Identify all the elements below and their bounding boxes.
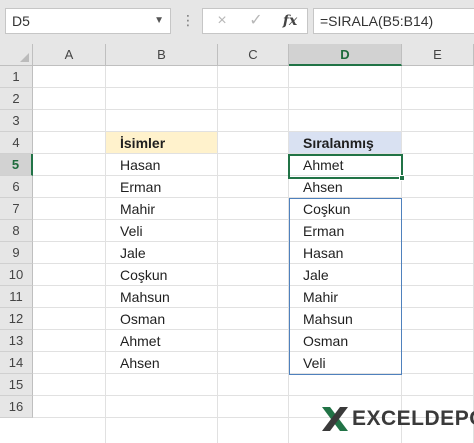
fill-handle[interactable]	[399, 175, 405, 181]
row-header-5[interactable]: 5	[0, 154, 33, 176]
gridline-horizontal	[33, 285, 474, 286]
cell-b9[interactable]: Jale	[106, 242, 217, 263]
check-icon[interactable]: ✓	[239, 9, 273, 33]
cell-b4-header[interactable]: İsimler	[106, 132, 217, 153]
gridline-horizontal	[33, 87, 474, 88]
row-header-10[interactable]: 10	[0, 264, 33, 286]
gridline-horizontal	[33, 197, 474, 198]
row-header-3[interactable]: 3	[0, 110, 33, 132]
gridline-horizontal	[33, 395, 474, 396]
gridline-horizontal	[33, 241, 474, 242]
select-all-triangle-icon	[20, 53, 29, 62]
cell-b10[interactable]: Coşkun	[106, 264, 217, 285]
row-header-11[interactable]: 11	[0, 286, 33, 308]
cell-b12[interactable]: Osman	[106, 308, 217, 329]
insert-function-button[interactable]: fx	[273, 9, 307, 33]
column-header-a[interactable]: A	[33, 44, 106, 66]
gridline-horizontal	[33, 219, 474, 220]
logo-word-excel: EXCEL	[352, 407, 425, 430]
gridline-horizontal	[33, 153, 474, 154]
row-header-12[interactable]: 12	[0, 308, 33, 330]
column-header-d[interactable]: D	[289, 44, 402, 66]
cell-b5[interactable]: Hasan	[106, 154, 217, 175]
cell-d4-header[interactable]: Sıralanmış	[289, 132, 401, 153]
column-header-c[interactable]: C	[218, 44, 289, 66]
more-options-icon[interactable]: ⋮	[181, 8, 195, 34]
gridline-horizontal	[33, 175, 474, 176]
gridline-horizontal	[33, 109, 474, 110]
row-header-14[interactable]: 14	[0, 352, 33, 374]
row-header-13[interactable]: 13	[0, 330, 33, 352]
row-header-7[interactable]: 7	[0, 198, 33, 220]
gridline-horizontal	[33, 351, 474, 352]
formula-input[interactable]: =SIRALA(B5:B14)	[313, 8, 474, 34]
logo-word-depo: DEPO	[424, 407, 474, 430]
column-header-b[interactable]: B	[106, 44, 218, 66]
cell-b14[interactable]: Ahsen	[106, 352, 217, 373]
active-cell-border	[288, 154, 403, 179]
gridline-horizontal	[33, 329, 474, 330]
gridline-horizontal	[33, 131, 474, 132]
row-header-9[interactable]: 9	[0, 242, 33, 264]
column-header-e[interactable]: E	[402, 44, 474, 66]
spill-range-border	[289, 198, 402, 375]
exceldepo-logo: EXCELDEPO	[320, 404, 474, 434]
formula-bar: D5 ▼ ⋮ × ✓ fx =SIRALA(B5:B14)	[0, 0, 474, 44]
row-header-6[interactable]: 6	[0, 176, 33, 198]
chevron-down-icon[interactable]: ▼	[154, 9, 164, 33]
row-header-2[interactable]: 2	[0, 88, 33, 110]
row-header-16[interactable]: 16	[0, 396, 33, 418]
select-all-button[interactable]	[0, 44, 33, 66]
cancel-icon[interactable]: ×	[205, 9, 239, 33]
worksheet-grid: ABCDE 1 2 3 4 5 6 7 8 9 10 11 12 13 14 15 16 İsimler Sır…	[0, 44, 474, 443]
cell-b13[interactable]: Ahmet	[106, 330, 217, 351]
gridline-horizontal	[33, 373, 474, 374]
row-header-8[interactable]: 8	[0, 220, 33, 242]
cell-b6[interactable]: Erman	[106, 176, 217, 197]
cell-b8[interactable]: Veli	[106, 220, 217, 241]
name-box[interactable]: D5 ▼	[5, 8, 171, 34]
gridline-horizontal	[33, 263, 474, 264]
gridline-horizontal	[33, 307, 474, 308]
row-header-1[interactable]: 1	[0, 66, 33, 88]
logo-text: EXCELDEPO	[352, 407, 474, 431]
name-box-value: D5	[12, 13, 30, 29]
cell-d6[interactable]: Ahsen	[289, 176, 401, 197]
formula-buttons: × ✓ fx	[202, 8, 308, 34]
cell-b7[interactable]: Mahir	[106, 198, 217, 219]
gridline-vertical	[217, 66, 218, 443]
row-header-15[interactable]: 15	[0, 374, 33, 396]
exceldepo-x-icon	[322, 407, 348, 431]
cell-b11[interactable]: Mahsun	[106, 286, 217, 307]
row-header-4[interactable]: 4	[0, 132, 33, 154]
